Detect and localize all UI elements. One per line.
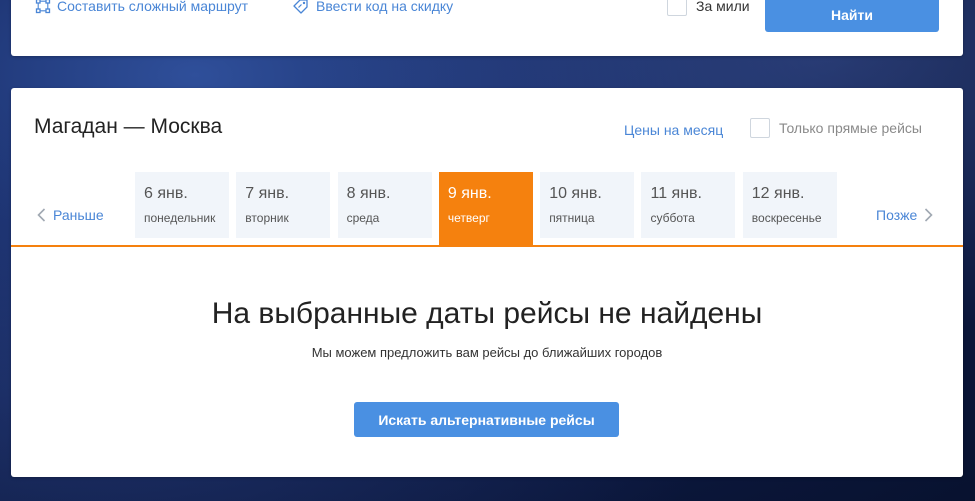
complex-route-link[interactable]: Составить сложный маршрут — [35, 0, 248, 14]
day-weekday: пятница — [549, 211, 595, 225]
day-weekday: четверг — [447, 211, 490, 225]
day-date: 9 янв. — [447, 185, 492, 202]
no-flights-title: На выбранные даты рейсы не найдены — [211, 297, 763, 330]
tag-icon — [293, 0, 308, 14]
day-weekday: понедельник — [144, 211, 216, 225]
month-prices-link[interactable]: Цены на месяц — [624, 122, 723, 138]
day-tab[interactable]: 8 янв. среда — [337, 172, 432, 238]
promo-code-label: Ввести код на скидку — [316, 0, 454, 14]
day-weekday: среда — [346, 211, 380, 225]
direct-only-label: Только прямые рейсы — [779, 120, 922, 136]
results-card: Магадан — Москва Цены на месяц Только пр… — [11, 88, 963, 477]
direct-only-checkbox[interactable] — [750, 118, 770, 138]
day-date: 12 янв. — [751, 185, 805, 202]
day-tab[interactable]: 7 янв. вторник — [236, 172, 331, 238]
miles-label: За мили — [696, 0, 750, 14]
day-date: 6 янв. — [144, 185, 188, 202]
miles-checkbox[interactable] — [667, 0, 687, 16]
day-date: 10 янв. — [549, 185, 602, 202]
day-date: 7 янв. — [245, 185, 290, 202]
later-dates-button[interactable]: Позже — [876, 207, 933, 223]
date-strip-divider — [11, 245, 963, 247]
earlier-label: Раньше — [53, 207, 104, 223]
promo-code-link[interactable]: Ввести код на скидку — [292, 0, 453, 14]
day-tab[interactable]: 12 янв. воскресенье — [742, 172, 837, 238]
search-button[interactable]: Найти — [765, 0, 939, 32]
miles-option: За мили — [667, 0, 750, 16]
day-date: 11 янв. — [650, 185, 702, 202]
day-tab[interactable]: 10 янв. пятница — [540, 172, 635, 238]
later-label: Позже — [876, 207, 918, 223]
chevron-left-icon — [37, 208, 46, 222]
earlier-dates-button[interactable]: Раньше — [37, 207, 104, 223]
route-nodes-icon — [35, 0, 51, 14]
search-card: Составить сложный маршрут Ввести код на … — [11, 0, 963, 56]
day-tab-selected[interactable]: 9 янв. четверг — [438, 172, 533, 246]
date-strip: 6 янв. понедельник 7 янв. вторник 8 янв.… — [135, 172, 844, 246]
chevron-right-icon — [925, 208, 933, 222]
day-tab[interactable]: 6 янв. понедельник — [135, 172, 229, 238]
complex-route-label: Составить сложный маршрут — [57, 0, 249, 14]
day-weekday: вторник — [245, 211, 289, 225]
direct-only-option: Только прямые рейсы — [750, 118, 922, 138]
no-flights-subtitle: Мы можем предложить вам рейсы до ближайш… — [311, 345, 663, 360]
search-alternative-flights-button[interactable]: Искать альтернативные рейсы — [354, 402, 619, 437]
day-weekday: суббота — [650, 211, 695, 225]
route-title: Магадан — Москва — [34, 115, 223, 138]
day-date: 8 янв. — [346, 185, 391, 202]
day-tab[interactable]: 11 янв. суббота — [641, 172, 736, 238]
day-weekday: воскресенье — [751, 211, 822, 225]
